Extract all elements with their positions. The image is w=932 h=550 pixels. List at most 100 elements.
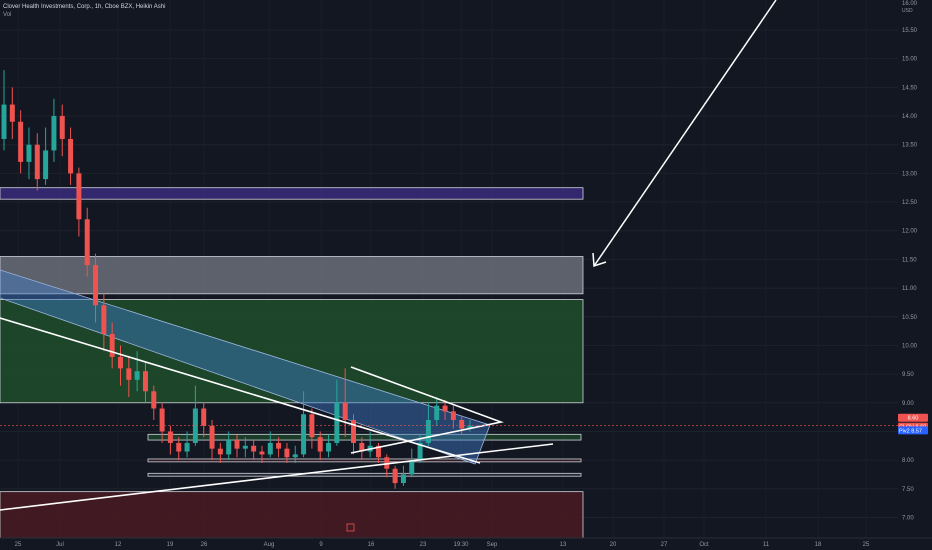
candle-body — [284, 448, 290, 458]
x-tick-label: 11 — [763, 542, 770, 548]
price-axis[interactable]: 7.007.508.008.509.009.5010.0010.5011.001… — [898, 1, 928, 521]
candle-body — [334, 402, 340, 443]
candle-body — [259, 451, 265, 455]
candle-body — [251, 445, 257, 452]
candle-body — [26, 144, 32, 162]
candle-body — [400, 474, 406, 484]
candle-body — [134, 371, 140, 380]
x-tick-label: 13 — [560, 542, 567, 548]
x-tick-label: 16 — [368, 542, 375, 548]
candle-body — [450, 411, 456, 420]
x-tick-label: Aug — [264, 542, 275, 548]
x-tick-label: 9 — [319, 542, 323, 548]
candle — [309, 408, 315, 449]
candle-body — [201, 408, 207, 426]
candle-body — [142, 371, 148, 392]
candle — [51, 98, 57, 162]
candle-body — [392, 468, 398, 484]
candle — [392, 465, 398, 489]
x-tick-label: Jul — [56, 542, 64, 548]
candle — [43, 127, 49, 185]
x-tick-label: 26 — [201, 542, 208, 548]
y-unit-label: USD — [902, 8, 913, 14]
x-tick-label: 23 — [420, 542, 427, 548]
y-tick-label: 9.50 — [902, 372, 914, 378]
candle-body — [459, 419, 465, 429]
y-tick-label: 7.50 — [902, 487, 914, 493]
candle-body — [59, 116, 65, 139]
candle-body — [409, 460, 415, 475]
candle — [34, 133, 40, 191]
candle-body — [276, 442, 282, 449]
candle — [176, 437, 182, 461]
candle-body — [234, 440, 240, 449]
candle — [167, 425, 173, 455]
y-tick-label: 10.50 — [902, 315, 918, 321]
candle-body — [151, 391, 157, 409]
candle-body — [434, 405, 440, 420]
y-tick-label: 15.50 — [902, 28, 918, 34]
zone-support-3 — [147, 472, 582, 477]
x-tick-label: 20 — [610, 542, 617, 548]
y-tick-label: 10.00 — [902, 343, 918, 349]
zone-support-2 — [147, 458, 582, 463]
candle-body — [425, 419, 431, 443]
candle-body — [442, 405, 448, 412]
candle-body — [43, 150, 49, 180]
x-tick-label: 12 — [115, 542, 122, 548]
chart-header: Clover Health Investments, Corp., 1h, Cb… — [3, 3, 165, 19]
candle-body — [351, 419, 356, 443]
candle-body — [18, 121, 24, 162]
candle-body — [184, 442, 190, 452]
x-tick-label: 25 — [863, 542, 870, 548]
zone-red — [0, 491, 584, 539]
candle-body — [242, 445, 248, 449]
candle — [26, 127, 32, 180]
candle — [1, 70, 7, 151]
target-arrow-line — [593, 0, 777, 267]
candle-body — [109, 333, 115, 357]
candle-body — [159, 408, 165, 432]
x-tick-label: 18 — [815, 542, 822, 548]
time-axis[interactable]: 25 Jul 12 19 26 Aug 9 16 23 19:30 Sep 13 20 27 Oct 11 18… — [0, 537, 932, 548]
candle — [18, 110, 24, 174]
x-tick-label: Sep — [487, 542, 498, 548]
candle-body — [292, 454, 298, 458]
candle-body — [51, 116, 57, 151]
candle-body — [76, 173, 82, 220]
x-tick-label: Oct — [699, 542, 709, 548]
x-tick-label: 25 — [15, 542, 22, 548]
y-tick-label: 11.00 — [902, 286, 917, 292]
candle-body — [118, 356, 123, 369]
y-tick-label: 14.00 — [902, 114, 918, 120]
candle — [68, 127, 74, 185]
candle — [400, 465, 406, 486]
candle-body — [176, 442, 182, 452]
candle-body — [68, 138, 74, 174]
candle-body — [326, 442, 332, 452]
candle-body — [84, 219, 90, 266]
y-tick-label: 7.00 — [902, 515, 914, 521]
candle — [351, 414, 356, 455]
candle-body — [301, 414, 307, 455]
candle — [76, 167, 82, 237]
y-tick-label: 12.50 — [902, 200, 918, 206]
candle-body — [34, 144, 40, 180]
last-price-top-text: 8.60 — [908, 416, 919, 422]
y-tick-label: 16.00 — [902, 1, 918, 7]
candle-body — [101, 305, 107, 334]
candle — [9, 87, 15, 139]
y-tick-label: 13.00 — [902, 171, 918, 177]
y-tick-label: 9.00 — [902, 401, 914, 407]
candle — [201, 402, 207, 438]
y-tick-label: 8.00 — [902, 458, 914, 464]
candle-body — [217, 448, 223, 455]
candle — [359, 437, 365, 461]
candle-body — [317, 437, 323, 452]
price-chart[interactable]: 7.007.508.008.509.009.5010.0010.5011.001… — [0, 0, 932, 550]
symbol-title: Clover Health Investments, Corp., 1h, Cb… — [3, 4, 166, 10]
y-tick-label: 12.00 — [902, 229, 918, 235]
candle-body — [1, 104, 7, 139]
candle-body — [209, 425, 215, 449]
candle-body — [226, 440, 232, 455]
